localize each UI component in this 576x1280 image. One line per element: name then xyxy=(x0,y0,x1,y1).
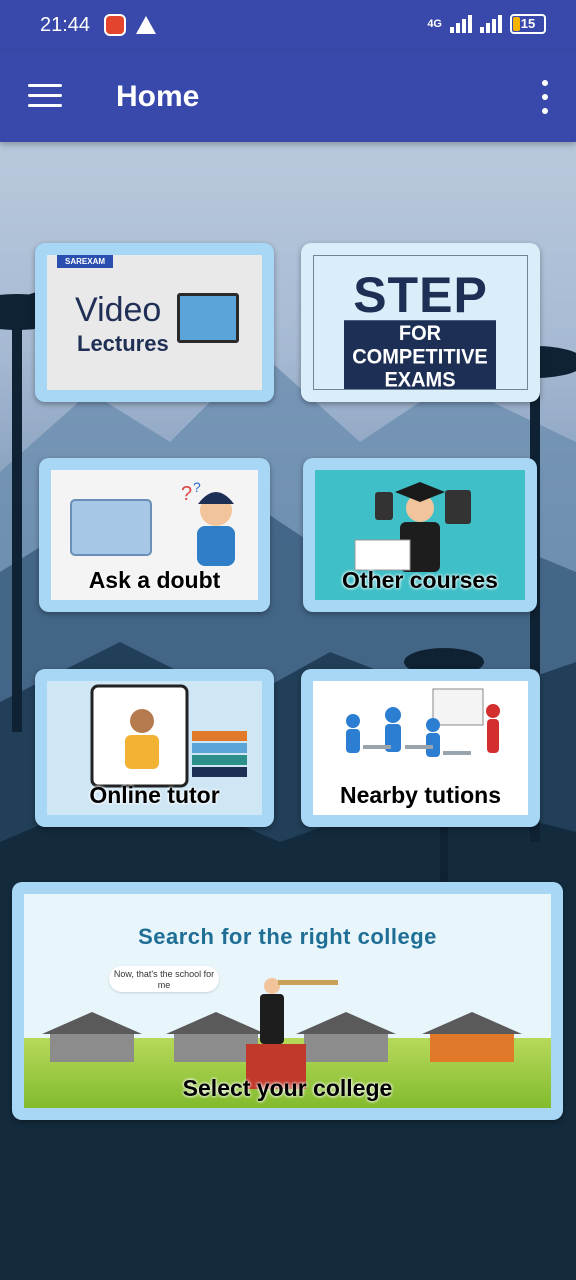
video-subtitle: Lectures xyxy=(77,331,169,356)
ask-doubt-label: Ask a doubt xyxy=(88,567,221,593)
brand-tag: SAREXAM xyxy=(57,255,114,268)
network-type: 4G xyxy=(427,18,442,30)
select-college-label: Select your college xyxy=(182,1075,393,1101)
ask-doubt-tile[interactable]: ? ? Ask a doubt xyxy=(39,458,270,612)
step-logo: STEP xyxy=(353,267,488,323)
other-courses-label: Other courses xyxy=(342,567,498,593)
app-bar: Home xyxy=(0,52,576,142)
laptop-video-icon xyxy=(177,293,239,343)
shopping-bag-icon xyxy=(104,14,126,36)
video-lectures-tile[interactable]: SAREXAM Video Lectures xyxy=(35,243,274,402)
more-options-icon[interactable] xyxy=(538,80,552,114)
warning-icon xyxy=(136,16,156,34)
nearby-tutions-label: Nearby tutions xyxy=(339,782,502,808)
battery-icon: 15 xyxy=(510,14,546,34)
status-time: 21:44 xyxy=(40,14,91,36)
other-courses-tile[interactable]: Other courses xyxy=(303,458,537,612)
select-college-tile[interactable]: Search for the right college Now, that's… xyxy=(12,882,563,1120)
status-bar: 21:44 4G 15 xyxy=(0,0,576,52)
signal-icon xyxy=(450,15,472,33)
status-right: 4G 15 xyxy=(427,14,546,34)
svg-text:?: ? xyxy=(181,483,192,505)
step-tile[interactable]: STEP FOR COMPETITIVE EXAMS xyxy=(301,243,540,402)
nearby-tutions-tile[interactable]: Nearby tutions xyxy=(301,669,540,827)
video-title: Video xyxy=(75,291,162,329)
online-tutor-tile[interactable]: Online tutor xyxy=(35,669,274,827)
signal-icon-2 xyxy=(480,15,502,33)
step-tagline: FOR COMPETITIVE EXAMS xyxy=(344,320,496,389)
page-title: Home xyxy=(116,80,200,113)
svg-text:?: ? xyxy=(193,479,201,495)
menu-icon[interactable] xyxy=(28,84,62,108)
online-tutor-label: Online tutor xyxy=(89,782,220,808)
